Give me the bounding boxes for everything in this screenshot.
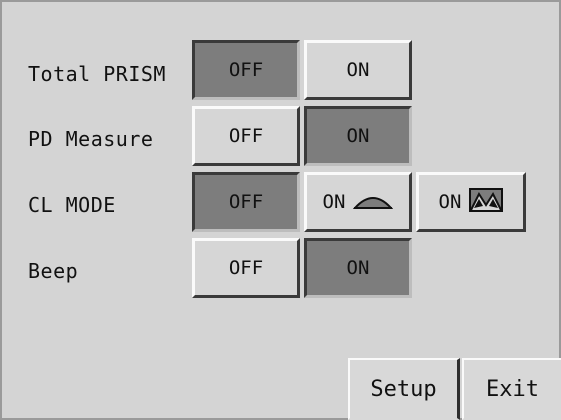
exit-button-label: Exit (486, 376, 539, 402)
beep-off-button[interactable]: OFF (192, 238, 300, 298)
settings-panel: Total PRISM OFF ON PD Measure OFF ON CL … (0, 0, 561, 420)
total-prism-off-label: OFF (228, 59, 264, 81)
pd-measure-off-button[interactable]: OFF (192, 106, 300, 166)
total-prism-on-button[interactable]: ON (304, 40, 412, 100)
cl-mode-on-single-label: ON (322, 191, 346, 213)
total-prism-on-label: ON (346, 59, 370, 81)
pd-measure-on-button[interactable]: ON (304, 106, 412, 166)
beep-off-label: OFF (228, 257, 264, 279)
pd-measure-on-label: ON (346, 125, 370, 147)
pd-measure-off-label: OFF (228, 125, 264, 147)
setup-button[interactable]: Setup (348, 358, 460, 420)
beep-label: Beep (28, 259, 79, 283)
dome-lens-icon (353, 190, 394, 215)
cl-mode-label: CL MODE (28, 193, 116, 217)
double-dome-lens-icon (469, 187, 504, 217)
cl-mode-off-button[interactable]: OFF (192, 172, 300, 232)
exit-button[interactable]: Exit (462, 358, 561, 420)
cl-mode-on-double-button[interactable]: ON (416, 172, 526, 232)
cl-mode-on-single-button[interactable]: ON (304, 172, 412, 232)
pd-measure-label: PD Measure (28, 127, 154, 151)
cl-mode-on-double-label: ON (438, 191, 462, 213)
setup-button-label: Setup (370, 376, 437, 402)
beep-on-label: ON (346, 257, 370, 279)
beep-on-button[interactable]: ON (304, 238, 412, 298)
total-prism-off-button[interactable]: OFF (192, 40, 300, 100)
cl-mode-off-label: OFF (228, 191, 264, 213)
total-prism-label: Total PRISM (28, 62, 166, 86)
